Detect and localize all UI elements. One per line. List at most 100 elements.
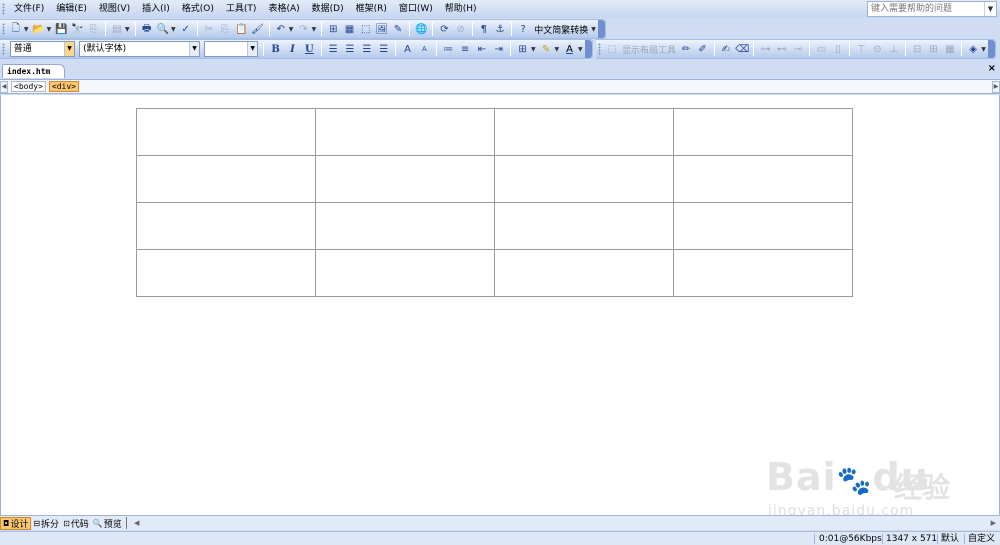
toolbar-grip[interactable]: [2, 23, 5, 35]
show-formatting-icon[interactable]: ¶: [477, 21, 491, 37]
toolbar-options-icon[interactable]: [584, 40, 593, 58]
help-dropdown-icon[interactable]: ▼: [984, 2, 996, 16]
menu-data[interactable]: 数据(D): [306, 1, 350, 17]
status-page-size[interactable]: 1347 x 571: [886, 532, 937, 545]
table-cell[interactable]: [673, 202, 853, 250]
numbering-icon[interactable]: ≔: [441, 41, 456, 57]
stop-icon[interactable]: ⊘: [454, 21, 468, 37]
chevron-down-icon[interactable]: ▼: [247, 42, 258, 56]
table-cell[interactable]: [673, 249, 853, 297]
highlight-icon[interactable]: ✎: [539, 41, 554, 57]
bold-button[interactable]: B: [268, 41, 283, 57]
font-select[interactable]: (默认字体) ▼: [79, 41, 201, 57]
align-middle-icon[interactable]: ⊝: [870, 41, 884, 57]
table-cell[interactable]: [673, 155, 853, 203]
borders-icon[interactable]: ⊞: [515, 41, 530, 57]
open-dropdown-icon[interactable]: ▼: [47, 26, 52, 33]
table-cell[interactable]: [315, 202, 495, 250]
decrease-font-icon[interactable]: A: [417, 41, 432, 57]
bullets-icon[interactable]: ≡: [458, 41, 473, 57]
fill-color-dropdown-icon[interactable]: ▼: [981, 46, 986, 53]
eraser-icon[interactable]: ⌫: [735, 41, 749, 57]
close-icon[interactable]: ×: [988, 63, 996, 74]
menu-format[interactable]: 格式(O): [176, 1, 220, 17]
merge-cells-icon[interactable]: ▭: [814, 41, 828, 57]
chinese-convert-button[interactable]: 中文简繁转换: [531, 23, 591, 36]
help-search-box[interactable]: 键入需要帮助的问题 ▼: [867, 1, 997, 17]
copy-icon[interactable]: ⎘: [218, 21, 232, 37]
menu-file[interactable]: 文件(F): [8, 1, 50, 17]
font-color-icon[interactable]: A: [562, 41, 577, 57]
web-component-icon[interactable]: ⊞: [326, 21, 340, 37]
table-cell[interactable]: [315, 249, 495, 297]
menu-view[interactable]: 视图(V): [93, 1, 136, 17]
highlight-dropdown-icon[interactable]: ▼: [555, 46, 560, 53]
document-tab[interactable]: index.htm: [2, 64, 66, 78]
edit-icon[interactable]: ✍: [719, 41, 733, 57]
scroll-right-icon[interactable]: ▶: [992, 80, 1000, 93]
anchor-icon[interactable]: ⚓: [493, 21, 507, 37]
chevron-down-icon[interactable]: ▼: [64, 42, 75, 56]
scroll-right-icon[interactable]: ▶: [991, 519, 996, 527]
save-icon[interactable]: 💾: [54, 21, 68, 37]
draw-table-icon[interactable]: ✏: [679, 41, 693, 57]
align-bottom-icon[interactable]: ⊥: [887, 41, 901, 57]
redo-icon[interactable]: ↷: [296, 21, 310, 37]
autofit-icon[interactable]: ▦: [943, 41, 957, 57]
search-icon[interactable]: 🔭: [70, 21, 84, 37]
distribute-columns-icon[interactable]: ⊞: [926, 41, 940, 57]
table-cell[interactable]: [136, 202, 316, 250]
layout-tools-icon[interactable]: ⬚: [605, 41, 619, 57]
preview-dropdown-icon[interactable]: ▼: [171, 26, 176, 33]
toggle-pane-icon[interactable]: ▤: [110, 21, 124, 37]
scroll-left-icon[interactable]: ◀: [134, 519, 139, 527]
design-canvas[interactable]: [0, 95, 1000, 515]
view-preview-button[interactable]: 🔍 预览: [91, 517, 124, 530]
chevron-down-icon[interactable]: ▼: [189, 42, 200, 56]
publish-icon[interactable]: ⎘: [87, 21, 101, 37]
align-left-icon[interactable]: ☰: [326, 41, 341, 57]
menu-window[interactable]: 窗口(W): [393, 1, 439, 17]
table-cell[interactable]: [494, 108, 674, 156]
menu-edit[interactable]: 编辑(E): [50, 1, 93, 17]
toolbar-options-icon[interactable]: [987, 40, 996, 58]
align-center-icon[interactable]: ☰: [343, 41, 358, 57]
cut-icon[interactable]: ✂: [202, 21, 216, 37]
font-color-dropdown-icon[interactable]: ▼: [578, 46, 583, 53]
table-cell[interactable]: [136, 108, 316, 156]
drawing-icon[interactable]: ✎: [391, 21, 405, 37]
status-mode[interactable]: 默认: [941, 532, 959, 545]
underline-button[interactable]: U: [302, 41, 317, 57]
insert-table-icon[interactable]: ▦: [342, 21, 356, 37]
convert-dropdown-icon[interactable]: ▼: [591, 26, 596, 33]
font-size-select[interactable]: ▼: [204, 41, 259, 57]
menu-grip[interactable]: [2, 3, 5, 15]
delete-cells-icon[interactable]: ⊸: [791, 41, 805, 57]
borders-dropdown-icon[interactable]: ▼: [531, 46, 536, 53]
menu-table[interactable]: 表格(A): [262, 1, 305, 17]
draw-layout-cell-icon[interactable]: ✐: [695, 41, 709, 57]
insert-layer-icon[interactable]: ⬚: [359, 21, 373, 37]
table-cell[interactable]: [673, 108, 853, 156]
menu-help[interactable]: 帮助(H): [439, 1, 483, 17]
insert-columns-icon[interactable]: ⊷: [775, 41, 789, 57]
italic-button[interactable]: I: [285, 41, 300, 57]
align-right-icon[interactable]: ☰: [359, 41, 374, 57]
decrease-indent-icon[interactable]: ⇤: [475, 41, 490, 57]
print-icon[interactable]: 🖶: [140, 21, 154, 37]
tag-body[interactable]: <body>: [11, 81, 46, 92]
align-top-icon[interactable]: ⊤: [854, 41, 868, 57]
tag-div[interactable]: <div>: [48, 81, 79, 92]
print-preview-icon[interactable]: 🔍: [156, 21, 170, 37]
table-cell[interactable]: [136, 249, 316, 297]
table-cell[interactable]: [494, 202, 674, 250]
new-page-icon[interactable]: 🗋: [9, 21, 23, 37]
format-painter-icon[interactable]: 🖌: [250, 21, 264, 37]
table-cell[interactable]: [315, 155, 495, 203]
insert-rows-icon[interactable]: ⊶: [758, 41, 772, 57]
menu-tools[interactable]: 工具(T): [220, 1, 263, 17]
menu-frames[interactable]: 框架(R): [350, 1, 393, 17]
style-select[interactable]: 普通 ▼: [9, 41, 76, 57]
menu-insert[interactable]: 插入(I): [136, 1, 176, 17]
toolbar-grip[interactable]: [2, 43, 5, 55]
